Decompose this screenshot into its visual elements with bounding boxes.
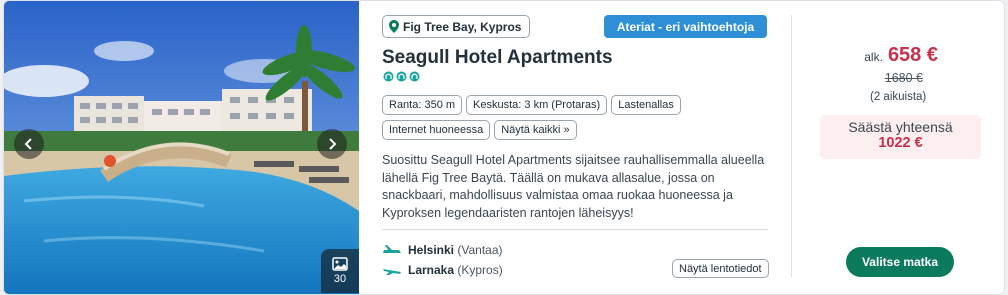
chevron-right-icon — [329, 138, 337, 150]
feature-chip-internet: Internet huoneessa — [382, 120, 491, 140]
arrival-flight: Larnaka (Kypros) — [382, 263, 503, 277]
rating-icon — [383, 71, 394, 82]
hotel-description: Suosittu Seagull Hotel Apartments sijait… — [382, 153, 765, 220]
map-pin-icon — [389, 20, 399, 33]
vertical-divider — [791, 15, 792, 277]
next-photo-button[interactable] — [317, 129, 347, 159]
location-label: Fig Tree Bay, Kypros — [403, 19, 522, 34]
photo-count: 30 — [333, 273, 347, 285]
meal-badge: Ateriat - eri vaihtoehtoja — [604, 15, 767, 38]
photo-gallery-button[interactable]: 30 — [321, 249, 359, 293]
plane-departure-icon — [383, 245, 401, 253]
arrival-airport: (Kypros) — [457, 263, 503, 277]
departure-airport: (Vantaa) — [457, 243, 503, 257]
savings-box: Säästä yhteensä 1022 € — [820, 115, 981, 159]
image-icon — [332, 257, 348, 271]
rating-icon — [409, 71, 420, 82]
original-price: 1680 € — [884, 71, 923, 85]
feature-chip-beach: Ranta: 350 m — [382, 95, 463, 115]
prev-photo-button[interactable] — [14, 129, 44, 159]
hotel-rating — [383, 71, 420, 82]
departure-city: Helsinki — [408, 243, 455, 257]
hotel-name[interactable]: Seagull Hotel Apartments — [382, 47, 613, 69]
travelers-info: (2 aikuista) — [870, 91, 927, 103]
chevron-left-icon — [24, 138, 32, 150]
feature-chip-center: Keskusta: 3 km (Protaras) — [466, 95, 608, 115]
show-all-features-button[interactable]: Näytä kaikki » — [494, 120, 577, 140]
hotel-info: Fig Tree Bay, Kypros Ateriat - eri vaiht… — [382, 1, 772, 294]
feature-chips: Ranta: 350 m Keskusta: 3 km (Protaras) L… — [382, 95, 772, 140]
plane-arrival-icon — [383, 269, 401, 275]
arrival-city: Larnaka — [408, 263, 455, 277]
savings-amount: 1022 € — [878, 135, 923, 151]
price-line: alk. 658 € — [864, 44, 938, 67]
location-badge: Fig Tree Bay, Kypros — [382, 15, 531, 38]
current-price: 658 € — [887, 44, 938, 66]
feature-chip-kids-pool: Lastenallas — [611, 95, 681, 115]
show-flight-details-button[interactable]: Näytä lentotiedot — [672, 259, 769, 278]
departure-flight: Helsinki (Vantaa) — [382, 243, 503, 257]
price-prefix: alk. — [864, 50, 883, 64]
select-trip-button[interactable]: Valitse matka — [846, 247, 954, 277]
hotel-pool-image — [4, 1, 359, 294]
savings-label: Säästä yhteensä — [848, 119, 953, 135]
price-panel: alk. 658 € 1680 € (2 aikuista) Säästä yh… — [794, 1, 1004, 294]
divider — [382, 229, 768, 230]
rating-icon — [396, 71, 407, 82]
hotel-card: 30 Fig Tree Bay, Kypros Ateriat - eri va… — [3, 0, 1005, 295]
hotel-photo[interactable]: 30 — [4, 1, 359, 294]
